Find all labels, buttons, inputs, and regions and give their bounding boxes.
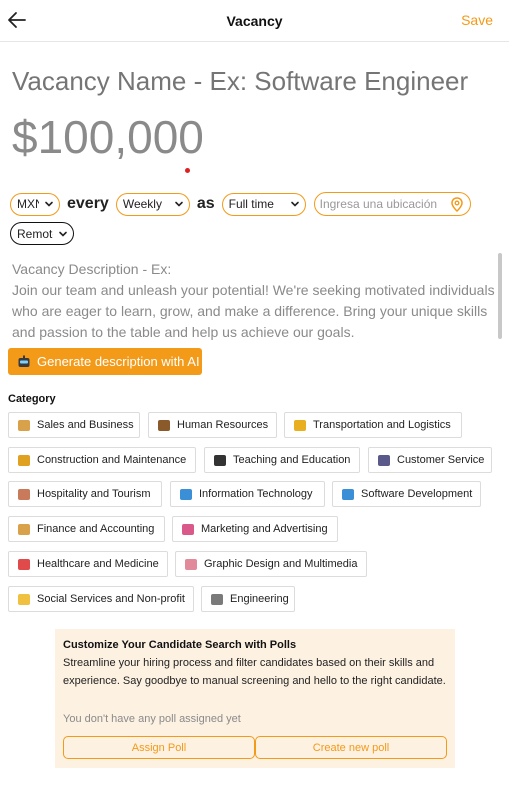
frequency-value: Weekly — [122, 197, 162, 211]
chevron-down-icon — [175, 201, 183, 207]
category-chip[interactable]: Customer Service — [368, 447, 492, 473]
wrench-icon — [211, 593, 223, 605]
category-chip-label: Sales and Business — [37, 419, 134, 431]
category-chip[interactable]: Software Development — [332, 481, 481, 507]
poll-empty-text: You don't have any poll assigned yet — [63, 713, 241, 725]
category-chip[interactable]: Human Resources — [148, 412, 277, 438]
category-chip-label: Engineering — [230, 593, 289, 605]
employment-type-select[interactable]: Full time — [221, 192, 306, 216]
category-chip-label: Software Development — [361, 488, 473, 500]
page-title: Vacancy — [226, 13, 283, 29]
chart-icon — [182, 523, 194, 535]
hands-icon — [18, 593, 30, 605]
poll-title: Customize Your Candidate Search with Pol… — [63, 639, 297, 651]
generate-description-label: Generate description with AI — [37, 354, 200, 369]
category-chip[interactable]: Graphic Design and Multimedia — [175, 551, 367, 577]
category-chip[interactable]: Teaching and Education — [204, 447, 360, 473]
chevron-down-icon — [290, 201, 299, 207]
category-chip[interactable]: Engineering — [201, 586, 295, 612]
description-scrollbar[interactable] — [498, 253, 502, 339]
location-input[interactable] — [319, 197, 440, 211]
category-chip[interactable]: Finance and Accounting — [8, 516, 165, 542]
chevron-down-icon — [59, 231, 67, 237]
poll-card: Customize Your Candidate Search with Pol… — [55, 629, 455, 768]
category-chip-label: Hospitality and Tourism — [37, 488, 151, 500]
pay-terms-row: MXN every Weekly as Full time — [10, 192, 471, 216]
currency-value: MXN — [17, 197, 39, 211]
people-icon — [378, 454, 390, 466]
location-field[interactable] — [313, 192, 471, 216]
employment-type-value: Full time — [228, 197, 274, 211]
vacancy-name-input[interactable] — [12, 66, 502, 97]
computer-icon — [342, 488, 354, 500]
category-chip-label: Construction and Maintenance — [37, 454, 187, 466]
graduation-cap-icon — [214, 454, 226, 466]
create-poll-button[interactable]: Create new poll — [255, 736, 447, 759]
category-chip-label: Human Resources — [177, 419, 269, 431]
category-chip[interactable]: Marketing and Advertising — [172, 516, 338, 542]
assign-poll-button[interactable]: Assign Poll — [63, 736, 255, 759]
category-chip-label: Finance and Accounting — [37, 523, 155, 535]
category-chip-label: Customer Service — [397, 454, 485, 466]
category-chip-label: Information Technology — [199, 488, 313, 500]
save-button[interactable]: Save — [461, 12, 493, 28]
every-label: every — [67, 195, 109, 212]
as-label: as — [196, 195, 215, 212]
salary-input[interactable]: $100,000 — [12, 110, 204, 164]
category-chip-label: Graphic Design and Multimedia — [204, 558, 358, 570]
work-mode-select[interactable]: Remote — [10, 222, 74, 245]
hotel-icon — [18, 488, 30, 500]
category-chip[interactable]: Hospitality and Tourism — [8, 481, 162, 507]
category-chip[interactable]: Healthcare and Medicine — [8, 551, 168, 577]
pill-icon — [18, 558, 30, 570]
work-mode-row: Remote — [10, 222, 74, 245]
category-chip-label: Healthcare and Medicine — [37, 558, 159, 570]
category-chip[interactable]: Information Technology — [170, 481, 325, 507]
category-chip[interactable]: Sales and Business — [8, 412, 140, 438]
laptop-icon — [180, 488, 192, 500]
work-mode-value: Remote — [17, 226, 53, 241]
generate-description-button[interactable]: Generate description with AI — [8, 348, 202, 375]
poll-description: Streamline your hiring process and filte… — [63, 657, 446, 687]
frequency-select[interactable]: Weekly — [115, 192, 190, 216]
category-chip[interactable]: Construction and Maintenance — [8, 447, 196, 473]
required-indicator — [185, 168, 190, 173]
palette-icon — [185, 558, 197, 570]
category-title: Category — [8, 393, 56, 405]
truck-icon — [294, 419, 306, 431]
briefcase-icon — [158, 419, 170, 431]
vacancy-description-input[interactable]: Vacancy Description - Ex: Join our team … — [12, 259, 497, 343]
category-chip[interactable]: Social Services and Non-profit — [8, 586, 194, 612]
category-chip-label: Social Services and Non-profit — [37, 593, 185, 605]
chevron-down-icon — [45, 201, 53, 207]
category-chip-label: Marketing and Advertising — [201, 523, 328, 535]
top-bar: Vacancy Save — [0, 0, 509, 42]
category-chip-label: Teaching and Education — [233, 454, 351, 466]
robot-icon — [18, 355, 30, 367]
money-bag-icon — [18, 419, 30, 431]
category-chip-label: Transportation and Logistics — [313, 419, 451, 431]
location-pin-icon — [450, 196, 463, 212]
money-bag-icon — [18, 523, 30, 535]
currency-select[interactable]: MXN — [10, 192, 60, 216]
barrier-icon — [18, 454, 30, 466]
category-chip[interactable]: Transportation and Logistics — [284, 412, 462, 438]
